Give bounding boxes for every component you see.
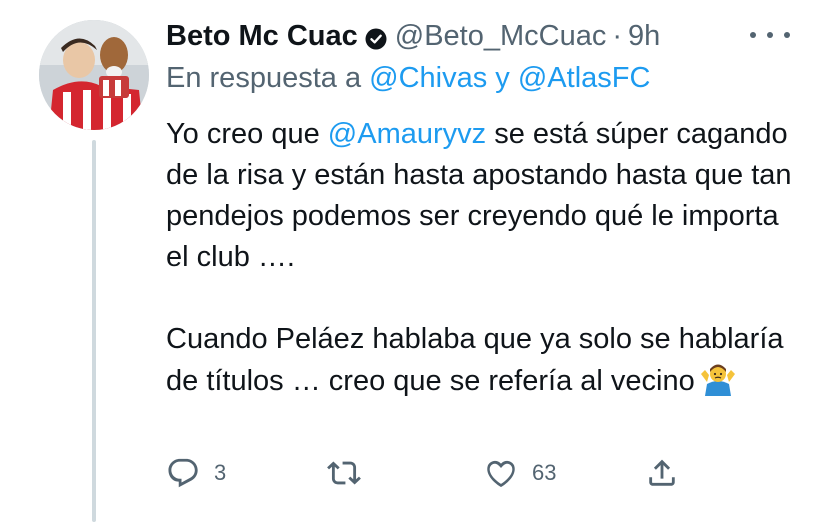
- retweet-action[interactable]: [326, 456, 376, 490]
- separator-dot: ·: [612, 19, 623, 52]
- like-action[interactable]: 63: [484, 456, 556, 490]
- tweet-text: Yo creo que @Amauryvz se está súper caga…: [166, 114, 806, 408]
- share-action[interactable]: [645, 456, 679, 490]
- avatar[interactable]: [39, 20, 149, 130]
- tweet-paragraph-2: Cuando Peláez hablaba que ya solo se hab…: [166, 319, 806, 408]
- more-icon[interactable]: [750, 24, 790, 46]
- tweet-text-part: Cuando Peláez hablaba que ya solo se hab…: [166, 323, 784, 397]
- reply-prefix: En respuesta a: [166, 62, 362, 94]
- avatar-image: [39, 20, 149, 130]
- reply-mention-atlas[interactable]: @AtlasFC: [518, 62, 651, 94]
- display-name[interactable]: Beto Mc Cuac: [166, 20, 358, 53]
- share-icon: [649, 459, 675, 486]
- reply-context: En respuesta a @Chivas y @AtlasFC: [166, 62, 650, 95]
- reply-conjunction: y: [495, 62, 510, 94]
- timestamp[interactable]: 9h: [628, 20, 660, 53]
- reply-icon: [168, 458, 198, 488]
- tweet-text-part: Yo creo que: [166, 118, 320, 150]
- tweet-paragraph-1: Yo creo que @Amauryvz se está súper caga…: [166, 114, 806, 278]
- tweet-header: Beto Mc Cuac @Beto_McCuac · 9h: [166, 14, 660, 58]
- like-count: 63: [532, 460, 557, 485]
- reply-action[interactable]: 3: [166, 456, 226, 490]
- man-shrugging-emoji-icon: [699, 360, 737, 408]
- reply-mention-chivas[interactable]: @Chivas: [369, 62, 487, 94]
- user-handle[interactable]: @Beto_McCuac: [395, 20, 607, 53]
- reply-count: 3: [214, 460, 227, 485]
- like-icon: [487, 460, 515, 488]
- verified-badge-icon: [365, 25, 387, 50]
- mention-amauryvz[interactable]: @Amauryvz: [328, 118, 486, 150]
- tweet-actions: 3 63: [0, 456, 829, 496]
- retweet-icon: [327, 461, 361, 485]
